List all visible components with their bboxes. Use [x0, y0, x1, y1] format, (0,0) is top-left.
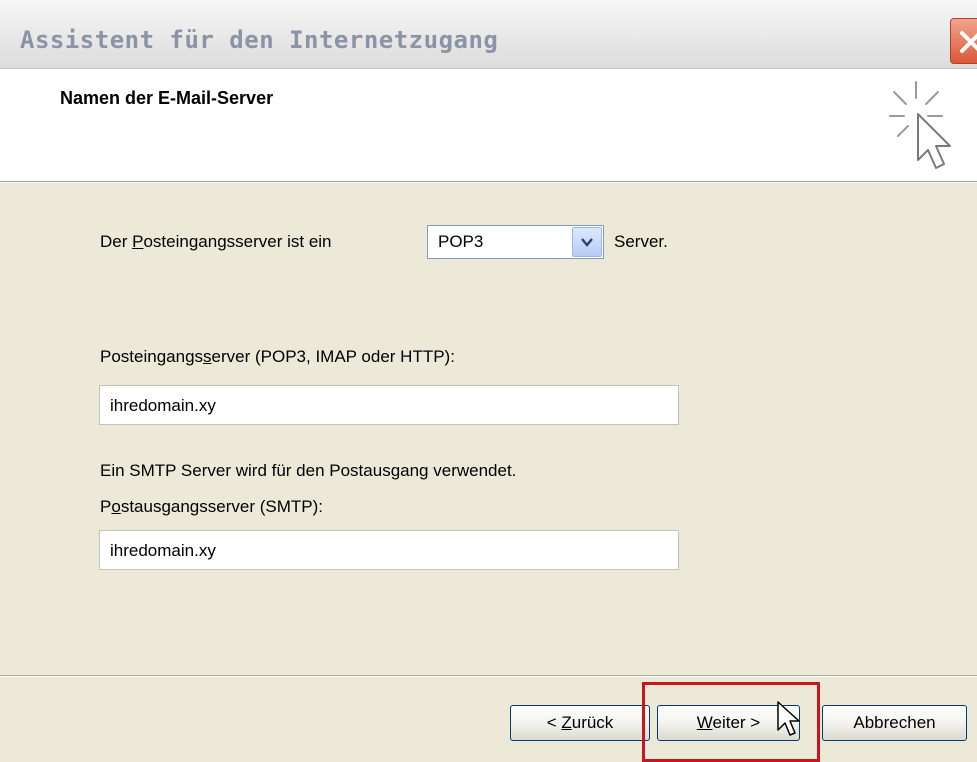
outgoing-server-label: Postausgangsserver (SMTP): — [100, 497, 323, 516]
server-type-label: Der Posteingangsserver ist ein — [100, 232, 332, 251]
dropdown-button[interactable] — [572, 227, 602, 257]
close-button[interactable] — [950, 18, 977, 64]
server-type-value: POP3 — [438, 232, 484, 251]
title-bar[interactable]: Assistent für den Internetzugang — [0, 0, 977, 69]
chevron-down-icon — [581, 238, 593, 247]
header-divider — [0, 182, 977, 183]
mouse-pointer-icon — [777, 701, 800, 736]
wizard-cursor-icon — [889, 81, 951, 169]
incoming-server-input[interactable]: ihredomain.xy — [99, 385, 679, 425]
footer-divider-highlight — [0, 676, 977, 677]
window-title: Assistent für den Internetzugang — [20, 26, 499, 54]
incoming-server-label: Posteingangsserver (POP3, IMAP oder HTTP… — [100, 347, 455, 366]
smtp-info-text: Ein SMTP Server wird für den Postausgang… — [100, 461, 517, 480]
cancel-button[interactable]: Abbrechen — [822, 705, 967, 741]
back-button[interactable]: < Zurück — [510, 705, 650, 741]
page-title: Namen der E-Mail-Server — [60, 88, 274, 108]
outgoing-server-input[interactable]: ihredomain.xy — [99, 530, 679, 570]
server-type-select[interactable]: POP3 — [427, 225, 604, 259]
close-icon — [960, 31, 977, 53]
wizard-window: Assistent für den Internetzugang Namen d… — [0, 0, 977, 762]
server-suffix-label: Server. — [614, 232, 668, 251]
wizard-header — [0, 69, 977, 182]
